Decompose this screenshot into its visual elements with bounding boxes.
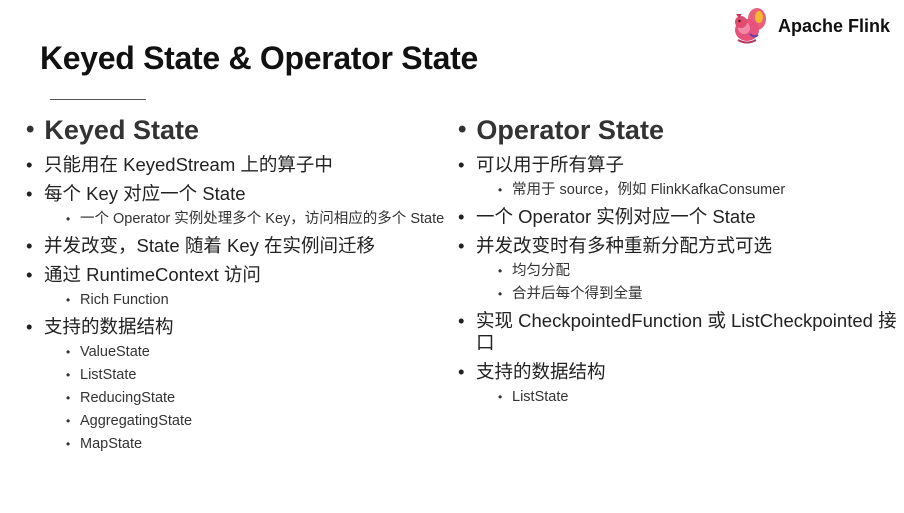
list-item: • 支持的数据结构 • ListState xyxy=(458,361,898,406)
sub-list-item: • 常用于 source，例如 FlinkKafkaConsumer xyxy=(498,182,898,199)
list-item-row: • 只能用在 KeyedStream 上的算子中 xyxy=(26,154,446,176)
sub-list-item-text: Rich Function xyxy=(80,292,169,308)
list-item-row: • 支持的数据结构 xyxy=(458,361,898,383)
sub-bullet-icon: • xyxy=(66,212,71,226)
list-item-text: 每个 Key 对应一个 State xyxy=(44,183,246,204)
heading-text: Keyed State xyxy=(44,114,199,145)
sub-list: • 均匀分配 • 合并后每个得到全量 xyxy=(458,263,898,303)
list-item: • 支持的数据结构 • ValueState • ListState • ReducingSt… xyxy=(26,316,446,453)
list-item-text: 可以用于所有算子 xyxy=(476,154,625,175)
bullet-icon: • xyxy=(458,116,467,143)
bullet-icon: • xyxy=(458,206,465,227)
sub-list: • 一个 Operator 实例处理多个 Key，访问相应的多个 State xyxy=(26,211,446,228)
list-item-row: • 一个 Operator 实例对应一个 State xyxy=(458,206,898,228)
bullet-icon: • xyxy=(26,116,35,143)
list-item-text: 一个 Operator 实例对应一个 State xyxy=(476,206,756,227)
sub-list-item-text: AggregatingState xyxy=(80,413,193,429)
sub-list-item: • 一个 Operator 实例处理多个 Key，访问相应的多个 State xyxy=(66,211,446,228)
list-item: • 实现 CheckpointedFunction 或 ListCheckpoin… xyxy=(458,310,898,354)
sub-list-item-text: 一个 Operator 实例处理多个 Key，访问相应的多个 State xyxy=(80,211,445,227)
bullet-icon: • xyxy=(26,154,33,175)
bullet-icon: • xyxy=(458,361,465,382)
bullet-icon: • xyxy=(26,183,33,204)
list-item: • 并发改变，State 随着 Key 在实例间迁移 xyxy=(26,235,446,257)
sub-list-item: • Rich Function xyxy=(66,292,446,309)
operator-state-column: • Operator State • 可以用于所有算子 • 常用于 source，例如… xyxy=(458,113,898,406)
bullet-icon: • xyxy=(458,235,465,256)
sub-list-item-text: ListState xyxy=(80,367,137,383)
sub-list-item-text: ListState xyxy=(512,389,569,405)
bullet-icon: • xyxy=(26,264,33,285)
list-item: • 可以用于所有算子 • 常用于 source，例如 FlinkKafkaConsum… xyxy=(458,154,898,199)
slide-title: Keyed State & Operator State xyxy=(40,40,478,76)
flink-squirrel-logo-icon xyxy=(734,8,766,44)
sub-bullet-icon: • xyxy=(66,293,71,307)
sub-list-item: • MapState xyxy=(66,436,446,453)
list-item-row: • 并发改变，State 随着 Key 在实例间迁移 xyxy=(26,235,446,257)
bullet-icon: • xyxy=(26,316,33,337)
list-item-text: 实现 CheckpointedFunction 或 ListCheckpoint… xyxy=(476,310,897,353)
list-item-text: 支持的数据结构 xyxy=(476,361,606,382)
sub-list-item: • ListState xyxy=(498,389,898,406)
sub-list-item-text: 常用于 source，例如 FlinkKafkaConsumer xyxy=(512,182,786,198)
sub-list-item: • AggregatingState xyxy=(66,413,446,430)
sub-list-item: • 均匀分配 xyxy=(498,263,898,280)
sub-bullet-icon: • xyxy=(66,345,71,359)
sub-bullet-icon: • xyxy=(498,183,503,197)
title-underline xyxy=(50,99,146,100)
sub-list-item-text: MapState xyxy=(80,436,143,452)
sub-list: • 常用于 source，例如 FlinkKafkaConsumer xyxy=(458,182,898,199)
bullet-list: • 只能用在 KeyedStream 上的算子中 • 每个 Key 对应一个 Stat… xyxy=(26,154,446,453)
list-item-row: • 支持的数据结构 xyxy=(26,316,446,338)
sub-list-item-text: 合并后每个得到全量 xyxy=(512,286,643,302)
sub-bullet-icon: • xyxy=(66,391,71,405)
sub-list-item: • ValueState xyxy=(66,344,446,361)
list-item: • 一个 Operator 实例对应一个 State xyxy=(458,206,898,228)
sub-list: • ValueState • ListState • ReducingState • Aggr… xyxy=(26,344,446,453)
bullet-icon: • xyxy=(458,310,465,331)
sub-list-item-text: ReducingState xyxy=(80,390,176,406)
sub-list-item: • ReducingState xyxy=(66,390,446,407)
list-item: • 通过 RuntimeContext 访问 • Rich Function xyxy=(26,264,446,309)
keyed-state-column: • Keyed State • 只能用在 KeyedStream 上的算子中 • 每个… xyxy=(26,113,446,453)
sub-list: • ListState xyxy=(458,389,898,406)
list-item-text: 支持的数据结构 xyxy=(44,316,174,337)
heading-text: Operator State xyxy=(476,114,664,145)
list-item-row: • 并发改变时有多种重新分配方式可选 xyxy=(458,235,898,257)
sub-list-item-text: 均匀分配 xyxy=(512,263,570,279)
list-item-row: • 可以用于所有算子 xyxy=(458,154,898,176)
list-item-text: 只能用在 KeyedStream 上的算子中 xyxy=(44,154,333,175)
sub-bullet-icon: • xyxy=(66,368,71,382)
sub-list-item-text: ValueState xyxy=(80,344,150,360)
sub-list-item: • ListState xyxy=(66,367,446,384)
list-item-text: 并发改变，State 随着 Key 在实例间迁移 xyxy=(44,235,375,256)
list-item-text: 通过 RuntimeContext 访问 xyxy=(44,264,261,285)
bullet-icon: • xyxy=(458,154,465,175)
column-heading: • Keyed State xyxy=(26,113,446,147)
list-item-text: 并发改变时有多种重新分配方式可选 xyxy=(476,235,773,256)
list-item-row: • 实现 CheckpointedFunction 或 ListCheckpoin… xyxy=(458,310,898,354)
sub-bullet-icon: • xyxy=(498,287,503,301)
list-item: • 每个 Key 对应一个 State • 一个 Operator 实例处理多个 Ke… xyxy=(26,183,446,228)
sub-bullet-icon: • xyxy=(66,437,71,451)
brand-name: Apache Flink xyxy=(777,15,890,36)
bullet-icon: • xyxy=(26,235,33,256)
list-item: • 并发改变时有多种重新分配方式可选 • 均匀分配 • 合并后每个得到全量 xyxy=(458,235,898,303)
sub-bullet-icon: • xyxy=(66,414,71,428)
slide: Keyed State & Operator State Apache Flin… xyxy=(0,0,904,513)
brand: Apache Flink xyxy=(730,6,890,46)
list-item-row: • 每个 Key 对应一个 State xyxy=(26,183,446,205)
sub-list-item: • 合并后每个得到全量 xyxy=(498,286,898,303)
sub-bullet-icon: • xyxy=(498,390,503,404)
bullet-list: • 可以用于所有算子 • 常用于 source，例如 FlinkKafkaConsum… xyxy=(458,154,898,406)
list-item-row: • 通过 RuntimeContext 访问 xyxy=(26,264,446,286)
sub-bullet-icon: • xyxy=(498,264,503,278)
list-item: • 只能用在 KeyedStream 上的算子中 xyxy=(26,154,446,176)
column-heading: • Operator State xyxy=(458,113,898,147)
sub-list: • Rich Function xyxy=(26,292,446,309)
